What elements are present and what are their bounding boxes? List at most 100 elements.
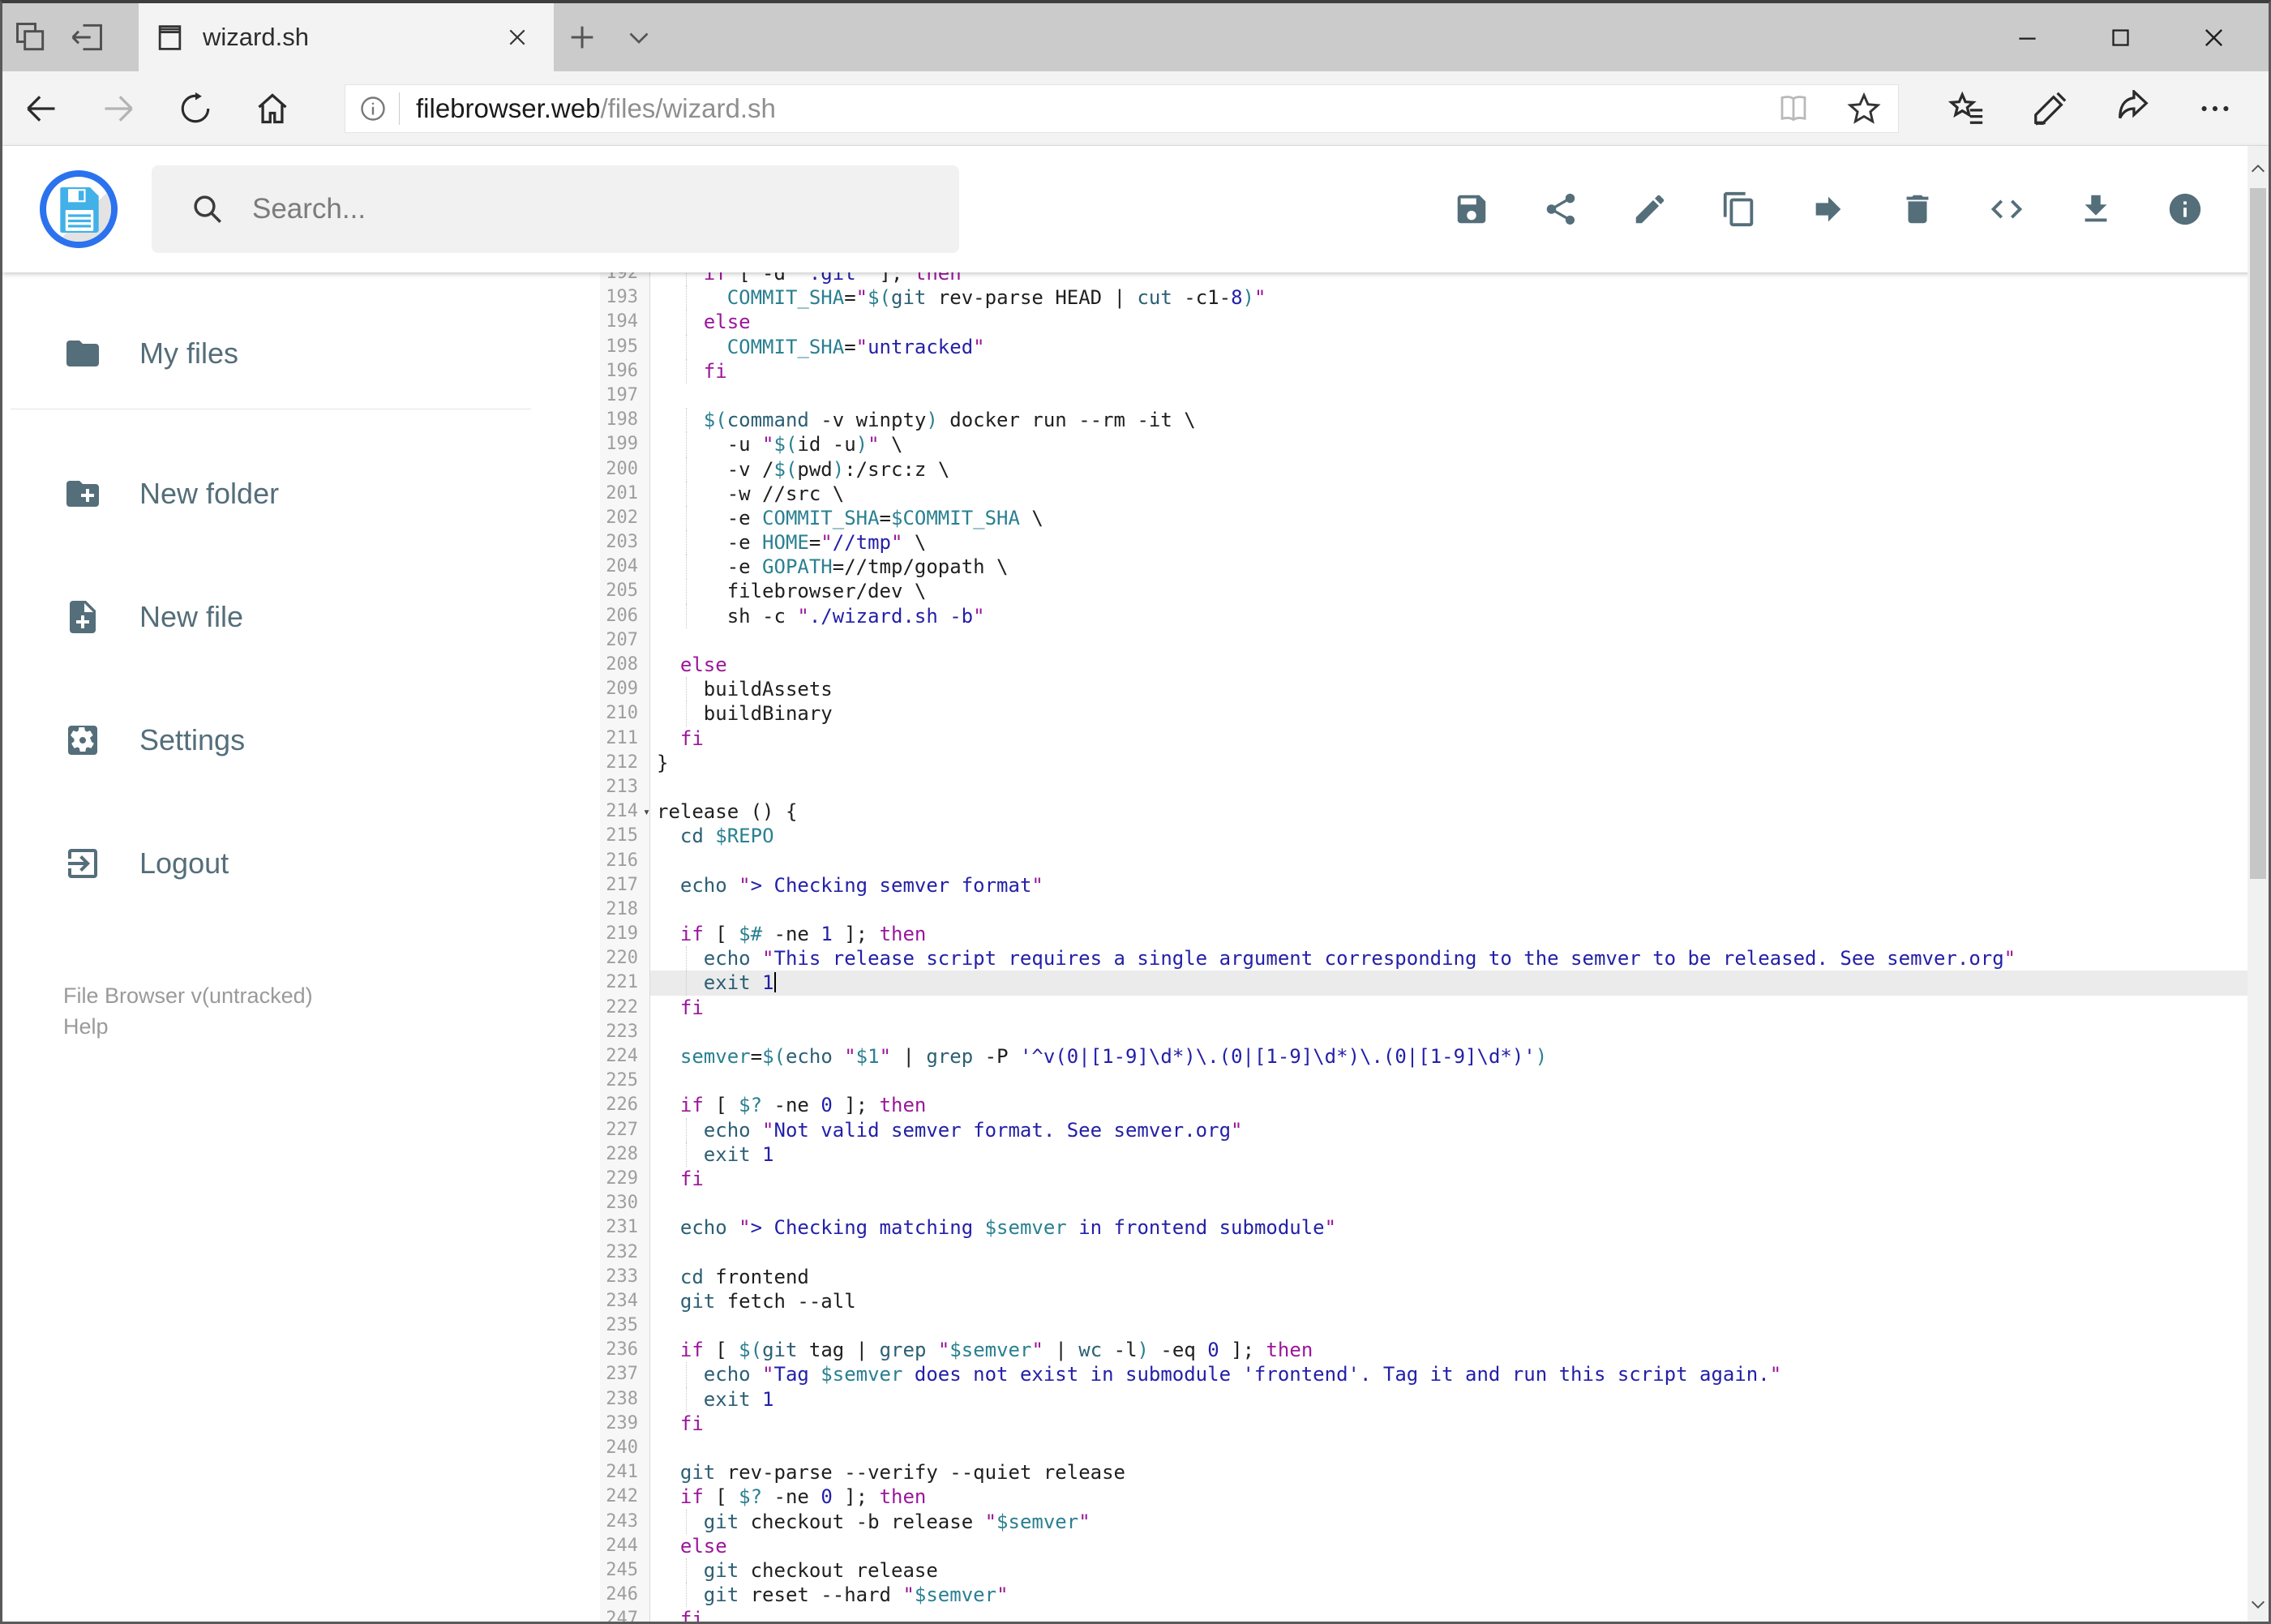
code-line[interactable]: 234 git fetch --all	[600, 1288, 2269, 1314]
code-line[interactable]: 195 COMMIT_SHA="untracked"	[600, 334, 2269, 359]
code-line-text[interactable]: else	[650, 653, 2269, 677]
home-icon[interactable]	[234, 71, 311, 146]
code-line[interactable]: 243 git checkout -b release "$semver"	[600, 1509, 2269, 1534]
code-line-text[interactable]: sh -c "./wizard.sh -b"	[650, 603, 2269, 628]
code-line-text[interactable]: -w //src \	[650, 481, 2269, 506]
code-line-text[interactable]: semver=$(echo "$1" | grep -P '^v(0|[1-9]…	[650, 1044, 2269, 1069]
code-line[interactable]: 216	[600, 848, 2269, 873]
code-line-text[interactable]: exit 1	[650, 971, 2269, 996]
refresh-icon[interactable]	[156, 71, 234, 146]
code-line[interactable]: 236 if [ $(git tag | grep "$semver" | wc…	[600, 1338, 2269, 1363]
code-line[interactable]: 227 echo "Not valid semver format. See s…	[600, 1117, 2269, 1142]
rename-button[interactable]	[1631, 191, 1669, 228]
code-line[interactable]: 201 -w //src \	[600, 481, 2269, 506]
code-line-text[interactable]: cd frontend	[650, 1265, 2269, 1289]
code-line[interactable]: 205 filebrowser/dev \	[600, 579, 2269, 604]
code-line-text[interactable]: git checkout -b release "$semver"	[650, 1509, 2269, 1534]
url-text[interactable]: filebrowser.web/files/wizard.sh	[416, 93, 776, 124]
code-line-text[interactable]	[650, 898, 2269, 922]
code-line[interactable]: 245 git checkout release	[600, 1558, 2269, 1583]
close-window-button[interactable]	[2167, 3, 2260, 71]
sidebar-item-my-files[interactable]: My files	[2, 315, 600, 392]
code-editor[interactable]: 192 if [ -d ".git" ]; then 193 COMMIT_SHA…	[600, 272, 2269, 1622]
code-line[interactable]: 210 buildBinary	[600, 701, 2269, 726]
code-line[interactable]: 196 fi	[600, 358, 2269, 384]
copy-button[interactable]	[1720, 191, 1758, 228]
code-line-text[interactable]: if [ $? -ne 0 ]; then	[650, 1093, 2269, 1117]
code-line-text[interactable]: echo "> Checking semver format"	[650, 873, 2269, 898]
code-line[interactable]: 199 -u "$(id -u)" \	[600, 432, 2269, 457]
code-line[interactable]: 219 if [ $# -ne 1 ]; then	[600, 922, 2269, 947]
set-tabs-aside-icon[interactable]	[59, 3, 116, 71]
code-line-text[interactable]: buildBinary	[650, 701, 2269, 726]
code-line[interactable]: 206 sh -c "./wizard.sh -b"	[600, 603, 2269, 628]
code-line[interactable]: 202 -e COMMIT_SHA=$COMMIT_SHA \	[600, 505, 2269, 531]
code-line[interactable]: 237 echo "Tag $semver does not exist in …	[600, 1362, 2269, 1387]
code-line[interactable]: 192 if [ -d ".git" ]; then	[600, 272, 2269, 286]
browser-tab[interactable]: wizard.sh	[139, 3, 554, 71]
new-tab-icon[interactable]	[554, 3, 611, 71]
code-line[interactable]: 213	[600, 774, 2269, 800]
more-options-icon[interactable]	[2186, 79, 2244, 138]
code-line-text[interactable]: exit 1	[650, 1386, 2269, 1412]
code-line[interactable]: 207	[600, 628, 2269, 653]
code-line[interactable]: 197	[600, 383, 2269, 409]
back-icon[interactable]	[2, 71, 79, 146]
reading-view-icon[interactable]	[1776, 92, 1810, 126]
code-line-text[interactable]: fi	[650, 1167, 2269, 1191]
code-line-text[interactable]: else	[650, 1534, 2269, 1558]
code-line-text[interactable]: git rev-parse --verify --quiet release	[650, 1460, 2269, 1485]
code-line[interactable]: 220 echo "This release script requires a…	[600, 946, 2269, 971]
web-notes-pen-icon[interactable]	[2020, 79, 2079, 138]
page-scrollbar[interactable]	[2247, 146, 2269, 1622]
code-line-text[interactable]	[650, 628, 2269, 653]
save-button[interactable]	[1453, 191, 1490, 228]
sidebar-item-settings[interactable]: Settings	[2, 701, 600, 779]
code-line[interactable]: 232	[600, 1240, 2269, 1265]
code-line-text[interactable]: git checkout release	[650, 1558, 2269, 1583]
sidebar-item-new-folder[interactable]: New folder	[2, 455, 600, 533]
code-line[interactable]: 229 fi	[600, 1166, 2269, 1192]
code-line[interactable]: 212}	[600, 750, 2269, 775]
code-line-text[interactable]	[650, 384, 2269, 408]
search-input[interactable]	[252, 193, 901, 225]
code-line[interactable]: 193 COMMIT_SHA="$(git rev-parse HEAD | c…	[600, 285, 2269, 311]
code-line-text[interactable]: -e COMMIT_SHA=$COMMIT_SHA \	[650, 505, 2269, 531]
code-line[interactable]: 218	[600, 897, 2269, 923]
tab-list-chevron-icon[interactable]	[611, 3, 667, 71]
code-line-text[interactable]	[650, 1240, 2269, 1265]
code-line-text[interactable]: -u "$(id -u)" \	[650, 432, 2269, 457]
code-line[interactable]: 225	[600, 1069, 2269, 1094]
share-button[interactable]	[1542, 191, 1579, 228]
tab-close-icon[interactable]	[499, 19, 536, 56]
help-link[interactable]: Help	[63, 1011, 600, 1042]
code-line[interactable]: 231 echo "> Checking matching $semver in…	[600, 1215, 2269, 1240]
code-line-text[interactable]: if [ $# -ne 1 ]; then	[650, 922, 2269, 946]
code-line-text[interactable]: fi	[650, 358, 2269, 384]
code-line[interactable]: 194 else	[600, 310, 2269, 335]
code-line-text[interactable]: echo "This release script requires a sin…	[650, 946, 2269, 971]
code-line[interactable]: 198 $(command -v winpty) docker run --rm…	[600, 408, 2269, 433]
sidebar-item-new-file[interactable]: New file	[2, 578, 600, 656]
code-line-text[interactable]: filebrowser/dev \	[650, 579, 2269, 604]
code-line[interactable]: 244 else	[600, 1533, 2269, 1558]
code-line-text[interactable]: echo "> Checking matching $semver in fro…	[650, 1215, 2269, 1240]
share-page-icon[interactable]	[2103, 79, 2162, 138]
code-line[interactable]: 233 cd frontend	[600, 1264, 2269, 1289]
code-line[interactable]: 247 fi	[600, 1607, 2269, 1622]
code-line-text[interactable]	[650, 1069, 2269, 1093]
code-line[interactable]: 228 exit 1	[600, 1142, 2269, 1167]
code-line-text[interactable]: exit 1	[650, 1142, 2269, 1167]
code-line-text[interactable]	[650, 849, 2269, 873]
code-line[interactable]: 230	[600, 1191, 2269, 1216]
filebrowser-logo-icon[interactable]	[40, 170, 118, 248]
code-line-text[interactable]: fi	[650, 726, 2269, 751]
code-line-text[interactable]: release () {	[650, 799, 2269, 824]
code-line[interactable]: 221 exit 1	[600, 971, 2269, 996]
download-button[interactable]	[2077, 191, 2115, 228]
code-line-text[interactable]: else	[650, 310, 2269, 335]
code-line-text[interactable]: fi	[650, 996, 2269, 1020]
code-line-text[interactable]: echo "Not valid semver format. See semve…	[650, 1117, 2269, 1142]
code-line[interactable]: 215 cd $REPO	[600, 824, 2269, 849]
code-line[interactable]: 239 fi	[600, 1411, 2269, 1436]
